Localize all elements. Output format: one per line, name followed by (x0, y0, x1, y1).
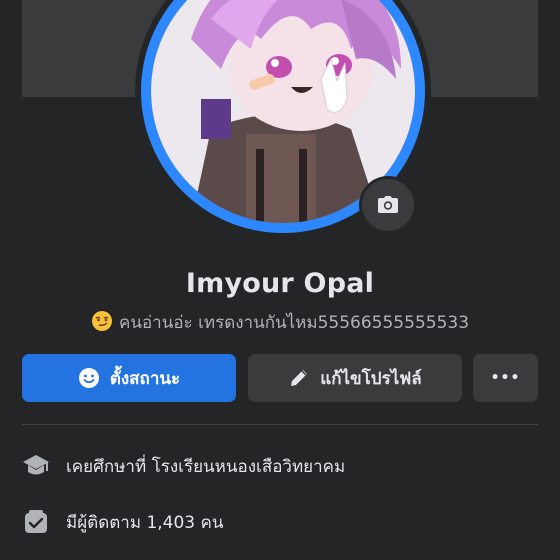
more-options-button[interactable]: ••• (473, 354, 538, 402)
education-text: เคยศึกษาที่ โรงเรียนหนองเสือวิทยาคม (66, 456, 346, 477)
bio-text: คนอ่านอ่ะ เทรดงานกันไหม55566555555533 (118, 313, 470, 333)
profile-name: Imyour Opal (185, 268, 375, 299)
divider (22, 424, 538, 425)
followers-icon (22, 508, 50, 536)
smile-icon (78, 367, 100, 389)
followers-row[interactable]: มีผู้ติดตาม 1,403 คน (22, 508, 224, 536)
camera-icon (377, 195, 399, 215)
smirk-emoji-icon (91, 310, 113, 337)
more-options-label: ••• (490, 370, 521, 386)
add-status-button[interactable]: ตั้งสถานะ (22, 354, 236, 402)
add-status-label: ตั้งสถานะ (109, 368, 181, 389)
edit-profile-label: แก้ไขโปรไฟล์ (320, 368, 422, 389)
pencil-icon (288, 367, 310, 389)
followers-text: มีผู้ติดตาม 1,403 คน (66, 512, 224, 533)
profile-bio: คนอ่านอ่ะ เทรดงานกันไหม55566555555533 (0, 309, 560, 337)
edit-profile-button[interactable]: แก้ไขโปรไฟล์ (248, 354, 462, 402)
education-row: เคยศึกษาที่ โรงเรียนหนองเสือวิทยาคม (22, 452, 345, 480)
change-photo-button[interactable] (359, 176, 417, 234)
graduation-cap-icon (22, 452, 50, 480)
